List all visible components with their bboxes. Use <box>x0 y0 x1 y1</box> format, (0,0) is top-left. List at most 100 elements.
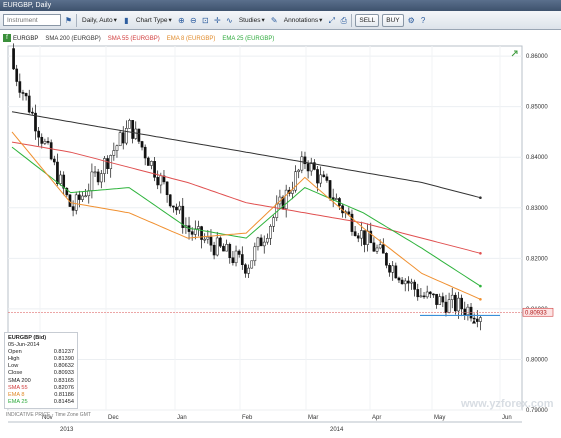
candle-body <box>322 174 326 178</box>
candle-body <box>291 189 294 194</box>
print-icon[interactable]: ⎙ <box>339 16 348 25</box>
legend-symbol[interactable]: f EURGBP <box>3 34 38 44</box>
annotations-label: Annotations <box>283 16 319 24</box>
legend-ema25[interactable]: EMA 25 (EURGBP) <box>222 34 274 44</box>
x-month-label: Feb <box>242 415 253 421</box>
info-row: SMA 55 0.82076 <box>8 385 74 392</box>
candle-body <box>209 236 213 246</box>
candle-body <box>479 317 482 322</box>
legend-sma55[interactable]: SMA 55 (EURGBP) <box>108 34 160 44</box>
candle-body <box>115 145 119 151</box>
x-month-label: Apr <box>372 415 381 421</box>
candle-body <box>360 230 363 239</box>
y-tick-label: 0.85000 <box>526 105 548 111</box>
info-row: Close 0.80933 <box>8 370 74 377</box>
candle-body <box>178 205 181 211</box>
candle-body <box>137 128 141 142</box>
chart-area[interactable]: 0.860000.850000.840000.830000.820000.810… <box>0 30 561 438</box>
candle-body <box>334 198 338 200</box>
candle-body <box>306 163 310 172</box>
candle-body <box>81 195 84 200</box>
chevron-down-icon: ▾ <box>113 16 117 24</box>
candlestick-icon[interactable]: ▮ <box>122 16 131 25</box>
candle-body <box>457 297 460 312</box>
ruler-icon[interactable]: ⤢ <box>327 16 336 25</box>
info-row-label: SMA 55 <box>8 384 28 391</box>
flag-icon[interactable]: ⚑ <box>64 16 73 25</box>
candle-body <box>441 296 445 303</box>
candle-body <box>250 260 254 269</box>
candle-body <box>228 244 232 258</box>
candle-body <box>90 171 94 191</box>
buy-button[interactable]: BUY <box>382 13 404 27</box>
legend-ema8[interactable]: EMA 8 (EURGBP) <box>167 34 216 44</box>
y-tick-label: 0.82000 <box>526 256 548 262</box>
candle-body <box>240 254 244 265</box>
candle-body <box>385 253 388 266</box>
candle-body <box>121 132 125 144</box>
price-chart[interactable]: 0.860000.850000.840000.830000.820000.810… <box>0 30 561 438</box>
studies-dropdown[interactable]: Studies ▾ <box>237 14 267 27</box>
annotations-dropdown[interactable]: Annotations ▾ <box>282 14 325 27</box>
zoom-in-icon[interactable]: ⊕ <box>177 16 186 25</box>
studies-label: Studies <box>238 16 261 24</box>
ohlc-info-panel: EURGBP (Bid) 05-Jun-2014 Open 0.81237 High… <box>4 332 78 409</box>
window-title-bar: EURGBP, Daily <box>0 0 561 11</box>
info-row-value: 0.82076 <box>53 384 74 391</box>
info-row: SMA 200 0.83165 <box>8 378 74 385</box>
candle-body <box>325 176 329 181</box>
candle-body <box>247 267 250 274</box>
candle-body <box>128 120 131 129</box>
chevron-down-icon: ▾ <box>168 16 172 24</box>
chart-type-dropdown[interactable]: Chart Type ▾ <box>134 14 174 27</box>
candle-body <box>106 158 109 169</box>
sell-button[interactable]: SELL <box>355 13 380 27</box>
info-row-value: 0.80933 <box>53 370 74 377</box>
period-dropdown[interactable]: Daily, Auto ▾ <box>80 14 119 27</box>
info-row-label: High <box>8 356 20 363</box>
candle-body <box>463 308 467 316</box>
candle-body <box>212 244 216 256</box>
candle-body <box>134 128 138 139</box>
candle-body <box>165 181 169 195</box>
fit-icon[interactable]: ⊡ <box>201 16 210 25</box>
crosshair-icon[interactable]: ✛ <box>213 16 222 25</box>
candle-body <box>372 242 376 252</box>
zoom-out-icon[interactable]: ⊖ <box>189 16 198 25</box>
candle-body <box>381 244 385 254</box>
window-title: EURGBP, Daily <box>3 2 52 9</box>
candle-body <box>419 295 423 298</box>
info-row: EMA 25 0.81454 <box>8 399 74 406</box>
candle-body <box>400 279 404 285</box>
legend-sma200[interactable]: SMA 200 (EURGBP) <box>45 34 100 44</box>
candle-body <box>444 301 448 313</box>
instrument-input[interactable] <box>3 14 61 26</box>
info-row-value: 0.81390 <box>53 356 74 363</box>
candle-body <box>356 235 360 239</box>
x-month-label: Jan <box>177 415 187 421</box>
candle-body <box>200 226 203 240</box>
candle-body <box>168 194 172 207</box>
candle-body <box>375 247 379 252</box>
candle-body <box>197 226 200 230</box>
candle-body <box>378 244 382 249</box>
candle-body <box>432 293 435 296</box>
candle-body <box>56 161 59 184</box>
candle-body <box>438 296 442 305</box>
x-month-label: Mar <box>308 415 318 421</box>
info-row-label: Close <box>8 370 23 377</box>
info-row-label: Open <box>8 349 22 356</box>
candle-body <box>328 180 332 198</box>
candle-body <box>416 289 420 298</box>
studies-icon[interactable]: ∿ <box>225 16 234 25</box>
candle-body <box>394 265 398 279</box>
candle-body <box>353 231 357 236</box>
candle-body <box>454 294 457 312</box>
plot-frame <box>7 45 523 411</box>
candle-body <box>460 297 463 310</box>
help-icon[interactable]: ? <box>419 16 428 25</box>
pencil-icon[interactable]: ✎ <box>270 16 279 25</box>
candle-body <box>112 150 116 156</box>
settings-icon[interactable]: ⚙ <box>407 16 416 25</box>
info-row: Open 0.81237 <box>8 349 74 356</box>
